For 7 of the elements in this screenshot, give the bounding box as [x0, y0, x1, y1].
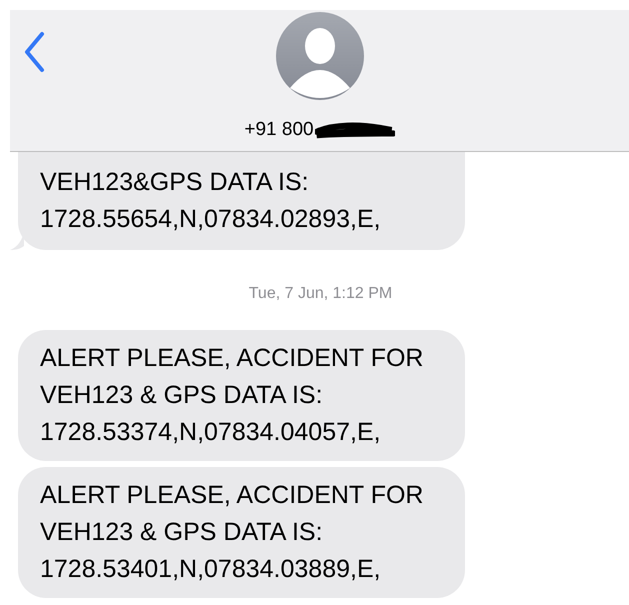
message-timestamp: Tue, 7 Jun, 1:12 PM [248, 284, 392, 304]
avatar-icon[interactable] [276, 12, 364, 100]
message-bubble: ALERT PLEASE, ACCIDENT FOR VEH123 & GPS DATA IS: 1728.53401,N,07834.03889,E, [18, 467, 465, 598]
message-bubble: VEH123&GPS DATA IS: 1728.55654,N,07834.02893,E, [18, 152, 465, 250]
message-bubble: ALERT PLEASE, ACCIDENT FOR VEH123 & GPS DATA IS: 1728.53374,N,07834.04057,E, [18, 330, 465, 461]
contact-number[interactable]: +91 800 [244, 116, 314, 144]
redaction-scribble-icon [314, 121, 395, 140]
